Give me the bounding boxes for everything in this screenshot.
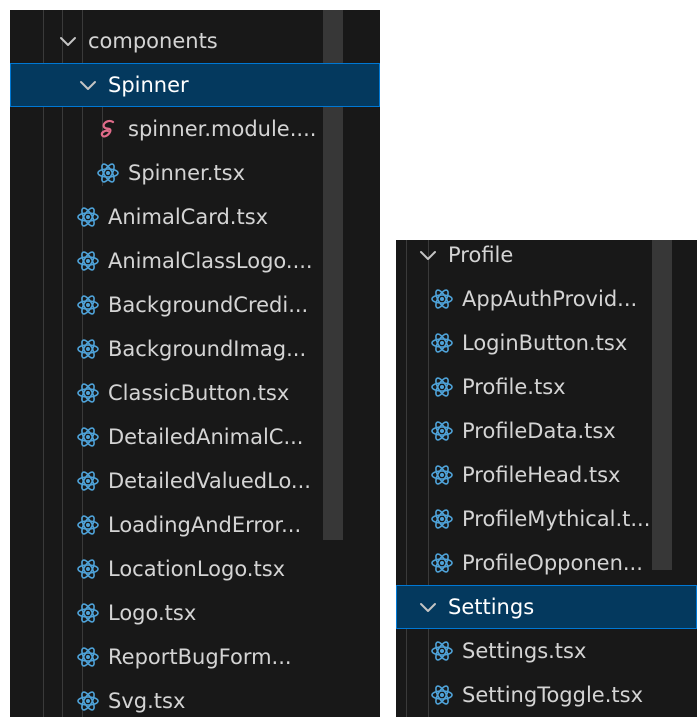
file-name: LoadingAndError...	[108, 513, 302, 537]
chevron-down-icon[interactable]	[76, 73, 100, 97]
react-icon	[430, 287, 454, 311]
file-name: LocationLogo.tsx	[108, 557, 286, 581]
tree-file-row[interactable]: Profile.tsx	[396, 365, 697, 409]
file-name: Profile.tsx	[462, 375, 566, 399]
file-name: ProfileOpponen...	[462, 551, 643, 575]
file-name: ProfileHead.tsx	[462, 463, 621, 487]
tree-file-row[interactable]: ClassicButton.tsx	[10, 371, 380, 415]
react-icon	[76, 205, 100, 229]
tree-folder-row[interactable]: components	[10, 19, 380, 63]
react-icon	[76, 337, 100, 361]
react-icon	[76, 425, 100, 449]
file-name: Spinner.tsx	[128, 161, 246, 185]
folder-name: Profile	[448, 243, 514, 267]
file-name: Logo.tsx	[108, 601, 197, 625]
react-icon	[430, 683, 454, 707]
file-name: DetailedValuedLo...	[108, 469, 311, 493]
folder-name: Spinner	[108, 73, 189, 97]
tree-file-row[interactable]: SettingToggle.tsx	[396, 673, 697, 717]
react-icon	[430, 551, 454, 575]
react-icon	[76, 293, 100, 317]
react-icon	[430, 331, 454, 355]
tree-file-row[interactable]: BackgroundCredi...	[10, 283, 380, 327]
file-name: AppAuthProvid...	[462, 287, 638, 311]
react-icon	[96, 161, 120, 185]
tree-file-row[interactable]: LoginButton.tsx	[396, 321, 697, 365]
file-name: AnimalClassLogo....	[108, 249, 313, 273]
tree-file-row[interactable]: DetailedValuedLo...	[10, 459, 380, 503]
folder-name: components	[88, 29, 218, 53]
react-icon	[430, 639, 454, 663]
react-icon	[76, 249, 100, 273]
tree-file-row[interactable]: spinner.module....	[10, 107, 380, 151]
tree-file-row[interactable]: ProfileOpponen...	[396, 541, 697, 585]
tree-file-row[interactable]: Spinner.tsx	[10, 151, 380, 195]
explorer-panel-left: components Spinner spinner.module.... Spinn…	[10, 10, 380, 717]
react-icon	[76, 381, 100, 405]
chevron-down-icon[interactable]	[416, 243, 440, 267]
file-name: spinner.module....	[128, 117, 317, 141]
tree-file-row[interactable]: ProfileMythical.t...	[396, 497, 697, 541]
react-icon	[76, 513, 100, 537]
tree-file-row[interactable]: Settings.tsx	[396, 629, 697, 673]
explorer-panel-right: Profile AppAuthProvid... LoginButton.tsx Pr…	[396, 240, 697, 717]
tree-file-row[interactable]: AnimalCard.tsx	[10, 195, 380, 239]
tree-folder-row[interactable]: Settings	[396, 585, 697, 629]
tree-file-row[interactable]: BackgroundImag...	[10, 327, 380, 371]
file-name: BackgroundCredi...	[108, 293, 309, 317]
file-name: SettingToggle.tsx	[462, 683, 643, 707]
react-icon	[76, 557, 100, 581]
chevron-down-icon[interactable]	[56, 29, 80, 53]
tree-file-row[interactable]: AppAuthProvid...	[396, 277, 697, 321]
react-icon	[430, 419, 454, 443]
tree-file-row[interactable]: DetailedAnimalC...	[10, 415, 380, 459]
tree-file-row[interactable]: Logo.tsx	[10, 591, 380, 635]
sass-file-icon	[96, 117, 120, 141]
tree-file-row[interactable]: Svg.tsx	[10, 679, 380, 717]
tree-folder-row[interactable]: Profile	[396, 240, 697, 277]
tree-file-row[interactable]: LoadingAndError...	[10, 503, 380, 547]
file-name: ProfileMythical.t...	[462, 507, 651, 531]
tree-file-row[interactable]: LocationLogo.tsx	[10, 547, 380, 591]
tree-file-row[interactable]: AnimalClassLogo....	[10, 239, 380, 283]
react-icon	[76, 645, 100, 669]
file-name: AnimalCard.tsx	[108, 205, 269, 229]
file-name: Settings.tsx	[462, 639, 587, 663]
react-icon	[430, 375, 454, 399]
tree-folder-row[interactable]: Spinner	[10, 63, 380, 107]
tree-file-row[interactable]: ProfileHead.tsx	[396, 453, 697, 497]
file-name: ClassicButton.tsx	[108, 381, 290, 405]
react-icon	[76, 601, 100, 625]
tree-file-row[interactable]: ProfileData.tsx	[396, 409, 697, 453]
tree-file-row[interactable]: ReportBugForm...	[10, 635, 380, 679]
react-icon	[430, 463, 454, 487]
react-icon	[76, 469, 100, 493]
react-icon	[430, 507, 454, 531]
folder-name: Settings	[448, 595, 535, 619]
file-name: DetailedAnimalC...	[108, 425, 304, 449]
file-name: ProfileData.tsx	[462, 419, 616, 443]
file-name: BackgroundImag...	[108, 337, 307, 361]
chevron-down-icon[interactable]	[416, 595, 440, 619]
file-name: ReportBugForm...	[108, 645, 292, 669]
react-icon	[76, 689, 100, 713]
file-name: Svg.tsx	[108, 689, 186, 713]
file-name: LoginButton.tsx	[462, 331, 628, 355]
